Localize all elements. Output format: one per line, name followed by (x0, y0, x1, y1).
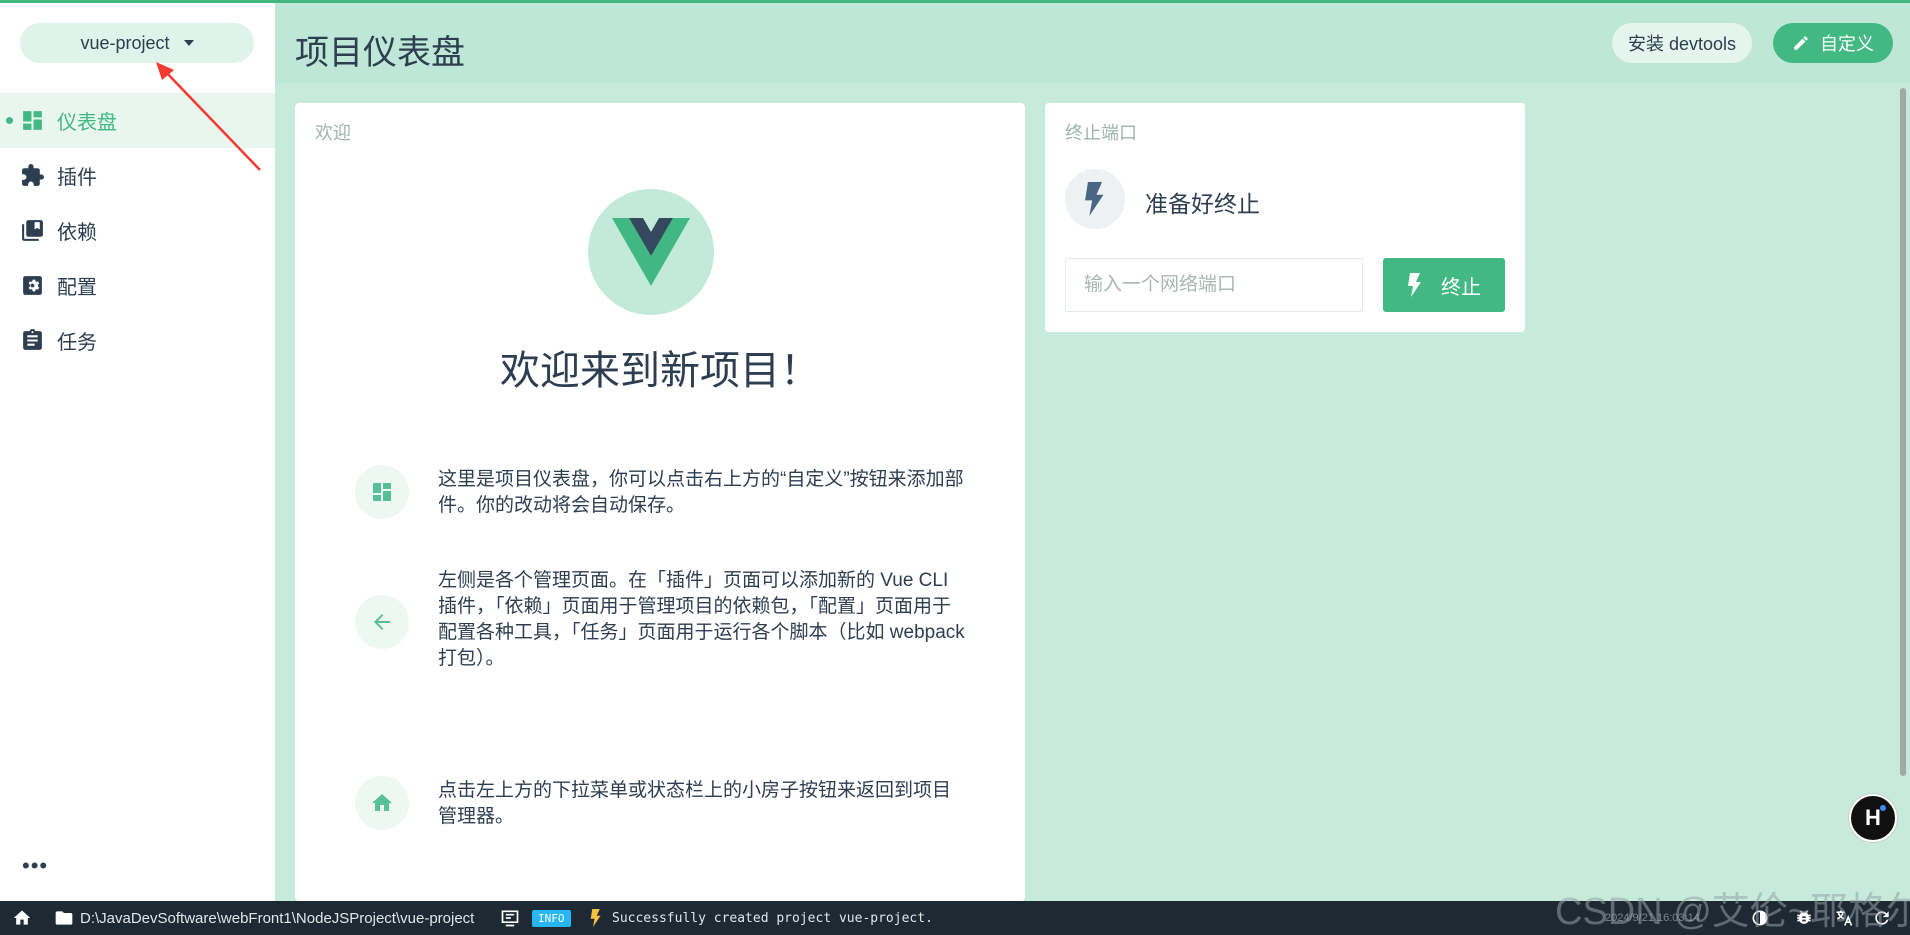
log-level-badge: INFO (532, 901, 571, 935)
sidebar-item-plugins[interactable]: 插件 (0, 148, 275, 203)
console-button[interactable] (500, 901, 520, 935)
sidebar-item-label: 仪表盘 (57, 112, 117, 134)
bolt-icon (1065, 169, 1125, 229)
kill-button[interactable]: 终止 (1383, 258, 1505, 312)
sidebar-item-configuration[interactable]: 配置 (0, 258, 275, 313)
project-path[interactable]: D:\JavaDevSoftware\webFront1\NodeJSProje… (54, 901, 474, 935)
kill-port-widget: 终止端口 准备好终止 终止 (1045, 103, 1525, 332)
dashboard-icon (355, 465, 409, 519)
assignment-icon (23, 329, 42, 350)
sidebar: vue-project 仪表盘 插件 依赖 配置 任务 ••• (0, 3, 275, 901)
install-devtools-button[interactable]: 安装 devtools (1612, 23, 1752, 63)
home-icon (355, 776, 409, 830)
project-name: vue-project (80, 32, 170, 53)
arrow-left-icon (355, 595, 409, 649)
project-selector[interactable]: vue-project (20, 23, 254, 63)
info-badge: INFO (532, 909, 571, 927)
settings-icon (23, 276, 42, 295)
sidebar-item-label: 依赖 (57, 222, 97, 244)
folder-icon (55, 911, 73, 925)
home-button[interactable] (12, 901, 32, 935)
widget-title: 终止端口 (1065, 123, 1137, 143)
sidebar-item-label: 配置 (57, 277, 97, 299)
last-log[interactable]: Successfully created project vue-project… (590, 901, 933, 935)
sidebar-item-label: 任务 (57, 332, 97, 354)
puzzle-icon (22, 164, 44, 186)
active-indicator (6, 117, 13, 124)
customize-button[interactable]: 自定义 (1773, 23, 1893, 63)
log-message: Successfully created project vue-project… (612, 910, 933, 926)
sidebar-item-dashboard[interactable]: 仪表盘 (0, 93, 275, 148)
page-title: 项目仪表盘 (295, 34, 465, 72)
customize-label: 自定义 (1820, 34, 1874, 54)
library-books-icon (22, 220, 43, 241)
kill-button-label: 终止 (1441, 276, 1481, 299)
widget-title: 欢迎 (315, 123, 351, 143)
home-icon (13, 910, 31, 925)
scrollbar[interactable] (1900, 88, 1906, 776)
flash-icon (590, 909, 601, 927)
header: 项目仪表盘 安装 devtools 自定义 (275, 3, 1910, 83)
sidebar-item-dependencies[interactable]: 依赖 (0, 203, 275, 258)
chevron-down-icon (183, 40, 194, 46)
notification-dot (1880, 805, 1886, 811)
tip-text: 点击左上方的下拉菜单或状态栏上的小房子按钮来返回到项目管理器。 (438, 780, 952, 827)
project-path-text: D:\JavaDevSoftware\webFront1\NodeJSProje… (80, 909, 475, 927)
tip-text: 左侧是各个管理页面。在「插件」页面可以添加新的 Vue CLI 插件，「依赖」页… (438, 570, 965, 669)
sidebar-nav: 仪表盘 插件 依赖 配置 任务 (0, 93, 275, 368)
dashboard-icon (23, 111, 42, 130)
welcome-heading: 欢迎来到新项目！ (500, 349, 820, 393)
vue-logo-icon (612, 218, 690, 286)
more-options-icon[interactable]: ••• (22, 853, 48, 879)
watermark: CSDN @艾伦~耶格尔 (1555, 891, 1910, 933)
port-input[interactable] (1065, 258, 1363, 312)
welcome-widget: 欢迎 欢迎来到新项目！ 这里是项目仪表盘，你可以点击右上方的“自定义”按钮来添加… (295, 103, 1025, 901)
kill-status: 准备好终止 (1145, 191, 1260, 217)
console-icon (501, 910, 519, 927)
bolt-icon (1408, 273, 1421, 297)
sidebar-item-tasks[interactable]: 任务 (0, 313, 275, 368)
tip-text: 这里是项目仪表盘，你可以点击右上方的“自定义”按钮来添加部件。你的改动将会自动保… (438, 469, 964, 516)
floating-help-button[interactable]: H (1849, 794, 1897, 842)
vue-logo (588, 189, 714, 315)
pencil-icon (1794, 36, 1808, 50)
sidebar-item-label: 插件 (57, 167, 97, 189)
